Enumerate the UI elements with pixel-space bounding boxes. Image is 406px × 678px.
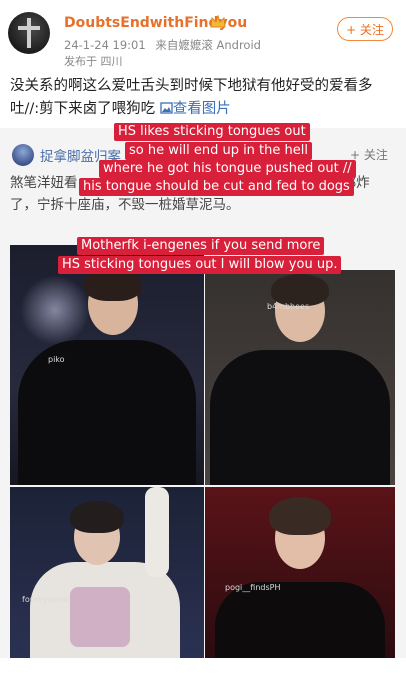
photo-bottom-right[interactable]: pogi__findsPH xyxy=(205,487,395,658)
image-icon xyxy=(160,102,173,114)
post-source: 来自嬷嬷滚 Android xyxy=(155,38,261,52)
follow-button[interactable]: + 关注 xyxy=(337,17,393,41)
photo-watermark: pogi__findsPH xyxy=(225,583,281,592)
photo-watermark: foreeyadew xyxy=(22,595,69,604)
ip-location: 发布于 四川 xyxy=(64,55,123,68)
caption-line-3: where he got his tongue pushed out // xyxy=(99,160,356,178)
photo-top-left[interactable]: piko xyxy=(10,245,204,485)
caption-line-2: so he will end up in the hell xyxy=(125,142,312,160)
caption-line-5: Motherfk i-engenes if you send more xyxy=(77,237,325,255)
avatar[interactable] xyxy=(8,12,50,54)
crown-icon xyxy=(209,14,227,30)
post-text: 没关系的啊这么爱吐舌头到时候下地狱有他好受的爱看多吐//:剪下来卤了喂狗吃 查看… xyxy=(10,75,396,121)
caption-line-1: HS likes sticking tongues out xyxy=(114,123,310,141)
repost-avatar[interactable] xyxy=(12,144,34,166)
view-image-label: 查看图片 xyxy=(172,101,231,117)
photo-bottom-left[interactable]: foreeyadew xyxy=(10,487,204,658)
repost-follow-button[interactable]: + 关注 xyxy=(350,146,388,163)
post-meta: 24-1-24 19:01 来自嬷嬷滚 Android xyxy=(64,37,261,53)
caption-line-4: his tongue should be cut and fed to dogs xyxy=(79,178,354,196)
cross-avatar-image xyxy=(18,18,40,48)
photo-top-right[interactable]: b4mbhees xyxy=(205,270,395,485)
caption-line-6: HS sticking tongues out I will blow you … xyxy=(58,256,342,274)
photo-watermark: b4mbhees xyxy=(267,302,310,311)
post-timestamp: 24-1-24 19:01 xyxy=(64,38,146,52)
photo-watermark: piko xyxy=(48,355,65,364)
footer-spacer xyxy=(0,660,406,678)
view-image-link[interactable]: 查看图片 xyxy=(160,101,231,117)
